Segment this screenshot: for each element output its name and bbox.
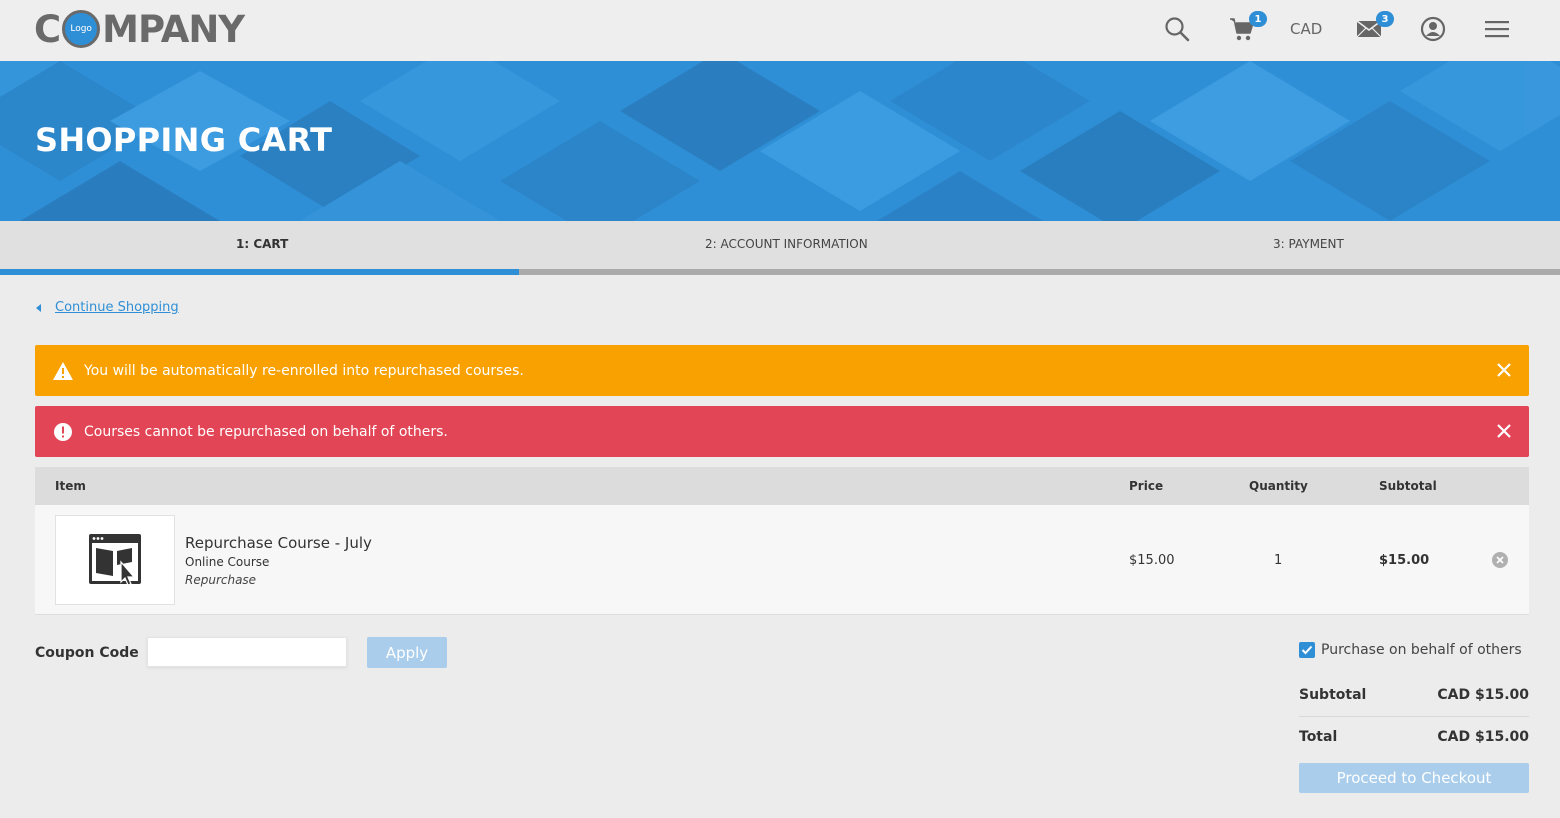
subtotal-label: Subtotal: [1299, 687, 1367, 703]
mail-icon[interactable]: 3: [1354, 11, 1394, 44]
checkout-progress-fill: [0, 269, 520, 275]
menu-icon[interactable]: [1482, 14, 1512, 44]
column-header-price: Price: [1129, 479, 1164, 493]
item-quantity: 1: [1274, 553, 1283, 568]
apply-coupon-button[interactable]: Apply: [367, 637, 447, 668]
item-subtotal: $15.00: [1379, 553, 1430, 568]
company-logo[interactable]: C Logo MPANY: [34, 7, 245, 51]
logo-text-end: MPANY: [102, 7, 245, 51]
error-icon: [52, 421, 74, 443]
close-icon[interactable]: [1496, 423, 1512, 439]
error-alert: Courses cannot be repurchased on behalf …: [35, 406, 1529, 457]
logo-badge: Logo: [62, 10, 101, 48]
purchase-on-behalf-label: Purchase on behalf of others: [1321, 642, 1522, 658]
checkout-steps: 1: CART 2: ACCOUNT INFORMATION 3: PAYMEN…: [0, 221, 1560, 275]
cart-count-badge: 1: [1249, 11, 1267, 27]
continue-shopping[interactable]: Continue Shopping: [36, 300, 179, 315]
course-icon: [89, 534, 141, 586]
logo-text-start: C: [34, 7, 61, 51]
page-banner: SHOPPING CART: [0, 61, 1560, 221]
warning-alert-text: You will be automatically re-enrolled in…: [84, 362, 524, 379]
warning-alert: You will be automatically re-enrolled in…: [35, 345, 1529, 396]
page-title: SHOPPING CART: [35, 121, 333, 159]
item-type: Online Course: [185, 555, 270, 569]
table-header-row: Item Price Quantity Subtotal: [35, 467, 1529, 505]
column-header-item: Item: [55, 479, 86, 493]
purchase-on-behalf-checkbox[interactable]: [1299, 642, 1315, 658]
error-alert-text: Courses cannot be repurchased on behalf …: [84, 423, 448, 440]
item-name[interactable]: Repurchase Course - July: [185, 534, 372, 552]
close-icon[interactable]: [1496, 362, 1512, 378]
total-value: CAD $15.00: [1437, 729, 1529, 745]
remove-item-icon[interactable]: [1492, 552, 1508, 568]
subtotal-value: CAD $15.00: [1437, 687, 1529, 703]
messages-count-badge: 3: [1376, 11, 1394, 27]
total-label: Total: [1299, 729, 1338, 745]
top-bar: C Logo MPANY 1 CAD 3: [0, 0, 1560, 61]
item-tag: Repurchase: [185, 573, 257, 587]
search-icon[interactable]: [1162, 14, 1192, 44]
cart-table: Item Price Quantity Subtotal Repurchase …: [35, 467, 1529, 615]
logo-badge-text: Logo: [70, 24, 92, 34]
column-header-quantity: Quantity: [1249, 479, 1308, 493]
cart-icon[interactable]: 1: [1227, 11, 1267, 44]
continue-shopping-link[interactable]: Continue Shopping: [55, 300, 179, 315]
purchase-on-behalf-option[interactable]: Purchase on behalf of others: [1299, 642, 1522, 658]
step-cart[interactable]: 1: CART: [236, 237, 288, 251]
step-payment[interactable]: 3: PAYMENT: [1273, 237, 1344, 251]
item-thumbnail: [55, 515, 175, 605]
warning-icon: [52, 360, 74, 382]
coupon-code-label: Coupon Code: [35, 645, 139, 661]
checkout-progress-bar: [0, 269, 1560, 275]
item-price: $15.00: [1129, 553, 1175, 568]
column-header-subtotal: Subtotal: [1379, 479, 1437, 493]
user-icon[interactable]: [1418, 14, 1448, 44]
summary-divider: [1299, 716, 1529, 717]
step-account-information[interactable]: 2: ACCOUNT INFORMATION: [705, 237, 868, 251]
proceed-to-checkout-button[interactable]: Proceed to Checkout: [1299, 763, 1529, 793]
caret-left-icon: [36, 303, 41, 312]
coupon-code-input[interactable]: [147, 637, 347, 667]
currency-selector[interactable]: CAD: [1290, 20, 1322, 38]
